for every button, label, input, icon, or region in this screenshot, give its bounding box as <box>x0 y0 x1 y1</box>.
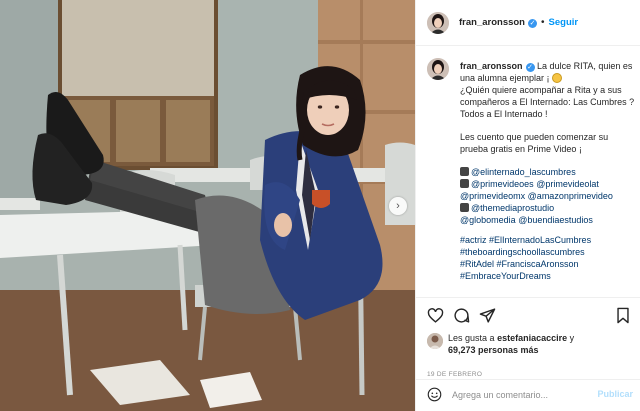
camera-icon <box>460 203 469 212</box>
add-comment-bar: Publicar <box>416 379 640 409</box>
next-photo-button[interactable]: › <box>389 197 407 215</box>
verified-badge-icon: ✓ <box>525 63 535 72</box>
header-separator: • <box>541 17 545 28</box>
caption-intro: fran_aronsson ✓ La dulce RITA, quien es u… <box>460 60 636 120</box>
post-actions: Les gusta a estefaniacaccire y 69,273 pe… <box>416 297 640 411</box>
photo-illustration <box>0 0 415 411</box>
mention-link[interactable]: @amazonprimevideo <box>528 191 613 201</box>
clapper-board-icon <box>460 167 469 176</box>
likes-count[interactable]: 69,273 personas más <box>448 345 539 355</box>
mention-link[interactable]: @primevideomx <box>460 191 525 201</box>
tv-icon <box>460 179 469 188</box>
hashtag-line[interactable]: #actriz #ElInternadoLasCumbres <box>460 234 636 246</box>
likes-text: Les gusta a estefaniacaccire y 69,273 pe… <box>448 332 574 356</box>
avatar-image <box>427 11 449 34</box>
instagram-post: › fran_aronsson ✓ • Seguir fran_aronsson… <box>0 0 640 411</box>
liker-avatar[interactable] <box>427 333 443 349</box>
action-icons <box>427 307 632 327</box>
bookmark-icon[interactable] <box>615 307 631 327</box>
likes-summary: Les gusta a estefaniacaccire y 69,273 pe… <box>427 332 574 356</box>
caption-credits: @elinternado_lascumbres @primevideoes @p… <box>460 166 636 282</box>
caption-question: ¿Quién quiere acompañar a Rita y a sus c… <box>460 85 635 119</box>
hashtag-line[interactable]: #theboardingschoollascumbres <box>460 246 636 258</box>
mention-link[interactable]: @buendiaestudios <box>518 215 593 225</box>
author-username[interactable]: fran_aronsson ✓ <box>459 17 537 28</box>
comments-area: fran_aronsson ✓ La dulce RITA, quien es u… <box>427 58 637 296</box>
caption-username[interactable]: fran_aronsson <box>460 61 523 71</box>
liker-username[interactable]: estefaniacaccire <box>497 333 567 343</box>
post-side-panel: fran_aronsson ✓ • Seguir fran_aronsson ✓ L… <box>415 0 640 411</box>
likes-conjunction: y <box>569 333 575 343</box>
mention-link[interactable]: @themediaprostudio <box>471 203 554 213</box>
caption-prime: Les cuento que pueden comenzar su prueba… <box>460 132 609 154</box>
mention-link[interactable]: @globomedia <box>460 215 516 225</box>
chevron-right-icon: › <box>396 200 400 212</box>
mention-link[interactable]: @elinternado_lascumbres <box>471 167 576 177</box>
paper-plane-icon[interactable] <box>479 307 496 327</box>
post-caption: fran_aronsson ✓ La dulce RITA, quien es u… <box>460 60 636 282</box>
post-photo[interactable]: › <box>0 0 415 411</box>
smiley-icon[interactable] <box>427 387 442 402</box>
heart-icon[interactable] <box>427 307 444 327</box>
hashtag-line[interactable]: #RitAdel #FranciscaAronsson <box>460 258 636 270</box>
author-avatar[interactable] <box>427 11 449 34</box>
post-header: fran_aronsson ✓ • Seguir <box>416 0 640 46</box>
caption-avatar[interactable] <box>427 58 449 80</box>
follow-button[interactable]: Seguir <box>549 17 579 28</box>
mention-link[interactable]: @primevideolat <box>536 179 599 189</box>
publish-button[interactable]: Publicar <box>597 389 633 399</box>
likes-prefix: Les gusta a <box>448 333 495 343</box>
post-date[interactable]: 19 DE FEBRERO <box>427 371 482 378</box>
verified-badge-icon: ✓ <box>528 19 537 28</box>
avatar-image <box>427 58 449 80</box>
smiling-face-emoji-icon <box>552 73 563 83</box>
comment-icon[interactable] <box>453 307 470 327</box>
comment-input[interactable] <box>452 389 592 400</box>
hashtag-line[interactable]: #EmbraceYourDreams <box>460 270 636 282</box>
mention-link[interactable]: @primevideoes <box>471 179 534 189</box>
